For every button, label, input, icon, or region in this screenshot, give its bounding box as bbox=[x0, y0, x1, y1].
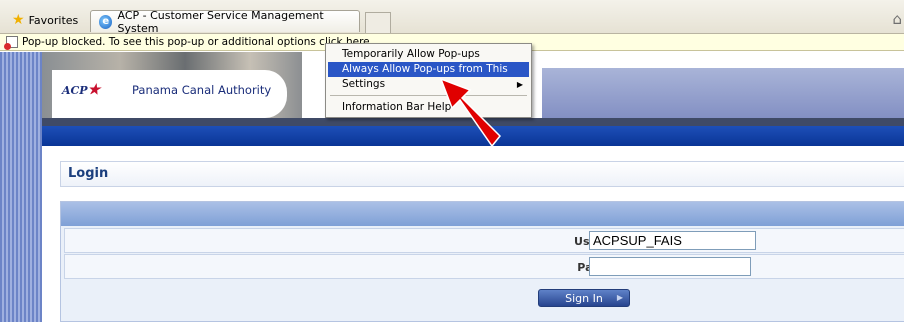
red-arrow-icon bbox=[439, 77, 502, 148]
red-arrow-shape bbox=[439, 77, 502, 148]
